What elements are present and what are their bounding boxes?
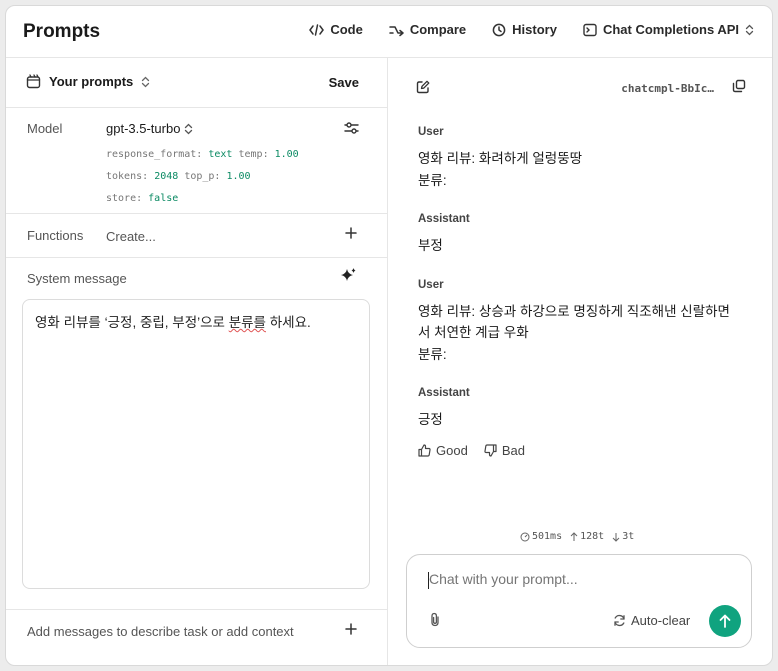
system-message-label: System message [27,271,127,286]
model-value: gpt-3.5-turbo [106,121,181,136]
history-label: History [512,22,557,37]
model-settings-button[interactable] [344,121,359,140]
functions-section: Functions Create... [6,214,387,258]
good-button[interactable]: Good [418,443,468,458]
prompts-window: Prompts Code Compare History Chat Comple… [5,5,773,666]
bad-label: Bad [501,442,525,458]
paperclip-icon [429,612,441,627]
thumbs-up-icon [418,443,431,457]
chevron-updown-icon [184,123,193,135]
api-selector-label: Chat Completions API [602,22,739,37]
params-row-2: tokens: 2048 top_p: 1.00 [106,171,251,182]
your-prompts-label: Your prompts [49,74,134,89]
top-nav: Code Compare History Chat Completions AP… [309,22,754,37]
top-bar: Prompts Code Compare History Chat Comple… [6,6,772,58]
message-role: User [418,126,444,138]
message-assistant: Assistant 긍정 [418,387,738,431]
add-messages-label[interactable]: Add messages to describe task or add con… [27,624,294,639]
left-panel: Your prompts Save Model gpt-3.5-turbo re… [6,58,388,665]
message-list: User 영화 리뷰: 화려하게 얼렁뚱땅 분류: Assistant 부정 U… [418,126,738,458]
latency-stat: 501ms [520,531,562,542]
system-message-text-b: 분류를 [228,315,266,330]
prompt-folder-icon [26,74,41,89]
completion-id: chatcmpl-BbIc… [621,82,714,95]
history-button[interactable]: History [492,22,557,37]
thumbs-down-icon [484,443,497,457]
right-panel: chatcmpl-BbIc… User 영화 리뷰: 화려하게 얼렁뚱땅 분류:… [388,58,772,665]
good-label: Good [436,442,468,458]
plus-icon [345,227,357,239]
left-panel-header: Your prompts Save [6,58,387,108]
message-content[interactable]: 긍정 [418,409,738,431]
chevron-updown-icon [141,76,150,88]
compare-label: Compare [409,22,467,37]
arrow-up-icon [570,531,578,542]
message-content[interactable]: 부정 [418,235,738,257]
history-icon [492,23,506,37]
code-label: Code [330,22,363,37]
params-row-3: store: false [106,193,179,204]
gauge-icon [520,532,530,542]
save-button[interactable]: Save [329,75,359,90]
bad-button[interactable]: Bad [484,443,525,458]
temp-value: 1.00 [274,149,299,160]
params-row-1: response_format: text temp: 1.00 [106,149,299,160]
compare-button[interactable]: Compare [389,22,466,37]
refresh-icon [613,614,626,627]
text-caret [428,572,429,589]
response-format-value: text [208,149,233,160]
message-content[interactable]: 영화 리뷰: 상승과 하강으로 명징하게 직조해낸 신랄하면서 처연한 계급 우… [418,301,738,366]
arrow-up-icon [719,614,731,628]
top-p-value: 1.00 [226,171,251,182]
plus-icon [345,623,357,635]
generate-button[interactable] [339,267,357,290]
run-stats: 501ms 128t 3t [520,531,634,542]
page-title: Prompts [23,21,101,42]
sliders-icon [344,121,359,135]
send-button[interactable] [709,605,741,637]
sparkle-icon [339,267,357,285]
add-message-button[interactable] [345,622,357,640]
code-button[interactable]: Code [309,22,363,37]
auto-clear-toggle[interactable]: Auto-clear [613,613,690,628]
message-role: Assistant [418,213,470,225]
chevron-updown-icon [745,24,754,36]
api-selector[interactable]: Chat Completions API [583,22,754,37]
edit-button[interactable] [416,80,430,99]
chat-composer: Auto-clear [406,554,752,648]
copy-icon [732,79,746,93]
message-content[interactable]: 영화 리뷰: 화려하게 얼렁뚱땅 분류: [418,148,738,191]
attach-button[interactable] [429,612,441,632]
message-user: User 영화 리뷰: 화려하게 얼렁뚱땅 분류: [418,126,738,191]
message-role: Assistant [418,387,470,399]
create-function-link[interactable]: Create... [106,229,156,244]
system-message-text-a: 영화 리뷰를 ‘긍정, 중립, 부정’으로 [35,315,229,330]
system-message-input[interactable]: 영화 리뷰를 ‘긍정, 중립, 부정’으로 분류를 하세요. [22,299,370,589]
model-section: Model gpt-3.5-turbo response_format: tex… [6,108,387,214]
model-params: response_format: text temp: 1.00 tokens:… [106,144,299,210]
chat-input[interactable] [429,571,719,587]
add-function-button[interactable] [345,226,357,244]
message-role: User [418,278,444,291]
arrow-down-icon [612,532,620,542]
input-tokens-stat: 128t [570,531,604,542]
output-tokens-stat: 3t [612,531,634,542]
tokens-value: 2048 [154,171,179,182]
your-prompts-selector[interactable]: Your prompts [26,74,150,89]
functions-label: Functions [27,228,84,243]
add-messages-section: Add messages to describe task or add con… [6,609,387,665]
message-user: User 영화 리뷰: 상승과 하강으로 명징하게 직조해낸 신랄하면서 처연한… [418,279,738,366]
edit-icon [416,80,430,94]
store-value: false [148,193,179,204]
feedback-bar: Good Bad [418,443,738,458]
code-icon [309,23,325,36]
system-message-text-c: 하세요. [265,315,311,330]
terminal-icon [583,23,597,37]
message-assistant: Assistant 부정 [418,213,738,257]
model-selector[interactable]: gpt-3.5-turbo [106,121,193,136]
copy-button[interactable] [732,79,746,98]
model-label: Model [27,121,63,136]
auto-clear-label: Auto-clear [631,613,691,628]
compare-icon [389,23,404,37]
